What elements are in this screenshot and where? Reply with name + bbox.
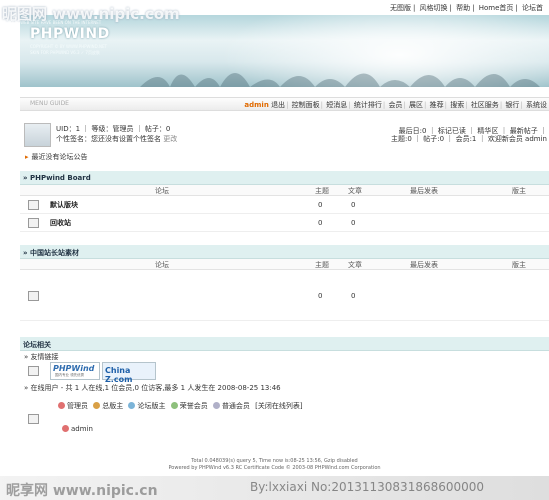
watermark-top-sub: OUR WEB SITE HAVE BEEN ON THE INTERNET xyxy=(10,20,102,25)
forum-row[interactable]: 回收站 0 0 xyxy=(20,214,549,232)
menu-guide-label: MENU GUIDE xyxy=(30,100,69,107)
forum-row[interactable]: 默认版块 0 0 xyxy=(20,196,549,214)
nav-item-search[interactable]: 搜索 xyxy=(450,101,464,109)
change-signature-link[interactable]: 更改 xyxy=(163,135,177,143)
top-link-help[interactable]: 帮助 xyxy=(456,4,470,12)
related-title: 论坛相关 xyxy=(23,341,51,349)
chinaz-logo-link[interactable]: China Z.com xyxy=(102,362,156,384)
watermark-bottom-right: By:lxxiaxi No:20131130831868600000 xyxy=(250,480,485,494)
forum-topics: 0 xyxy=(318,219,323,227)
col-moderator: 版主 xyxy=(512,261,526,269)
nav-item-stats[interactable]: 统计排行 xyxy=(354,101,382,109)
col-forum: 论坛 xyxy=(155,261,169,269)
col-forum: 论坛 xyxy=(155,187,169,195)
col-last-post: 最后发表 xyxy=(410,261,438,269)
nav-menu: admin 退出| 控制面板| 短消息| 统计排行| 会员| 展区| 推荐| 搜… xyxy=(244,101,547,109)
banner-logo-text: PHPWIND xyxy=(30,26,110,42)
footer-stats: Total 0.048039(s) query 5, Time now is:0… xyxy=(191,458,358,464)
category-header-phpwind[interactable]: » PHPwind Board xyxy=(20,171,549,185)
top-link-style[interactable]: 风格切换 xyxy=(420,4,448,12)
col-topics: 主题 xyxy=(315,261,329,269)
col-last-post: 最后发表 xyxy=(410,187,438,195)
banner-copyright: COPYRIGHT © BY WWW.PHPWIND.NET xyxy=(30,44,107,49)
nav-item-logout[interactable]: 退出 xyxy=(271,101,285,109)
forum-posts: 0 xyxy=(351,219,356,227)
avatar[interactable] xyxy=(24,123,51,147)
member-badge-icon xyxy=(212,402,220,409)
forum-topics: 0 xyxy=(318,201,323,209)
nav-item-members[interactable]: 会员 xyxy=(388,101,402,109)
top-links: 无图版 | 风格切换 | 帮助 | Home首页 | 论坛首 xyxy=(389,4,543,12)
banner-skin-note: SKIN FOR PHPWIND V6.3 ✓ 7页皮肤 xyxy=(30,50,100,55)
nav-bar: MENU GUIDE admin 退出| 控制面板| 短消息| 统计排行| 会员… xyxy=(20,97,549,111)
honor-badge-icon xyxy=(170,402,178,409)
mod-badge-icon xyxy=(128,402,136,409)
forum-posts: 0 xyxy=(351,201,356,209)
admin-badge-icon xyxy=(62,425,69,432)
col-moderator: 版主 xyxy=(512,187,526,195)
forum-row[interactable]: 0 0 xyxy=(20,270,549,321)
related-header: 论坛相关 xyxy=(20,337,549,351)
forum-name[interactable]: 默认版块 xyxy=(50,200,78,210)
category-title: » PHPwind Board xyxy=(23,174,91,182)
col-posts: 文章 xyxy=(348,261,362,269)
nav-item-system[interactable]: 系统设 xyxy=(526,101,547,109)
forum-stats: 主题:0 ｜ 帖子:0 ｜ 会员:1 ｜ 欢迎新会员 admin xyxy=(391,135,547,143)
nav-username[interactable]: admin xyxy=(244,101,268,109)
top-link-forum[interactable]: 论坛首 xyxy=(522,4,543,12)
col-topics: 主题 xyxy=(315,187,329,195)
nav-item-messages[interactable]: 短消息 xyxy=(326,101,347,109)
forum-name[interactable]: 回收站 xyxy=(50,218,71,228)
forum-icon xyxy=(28,291,39,301)
links-icon xyxy=(28,366,39,376)
signature-text: 个性签名：您还没有设置个性签名 xyxy=(56,135,161,143)
member-legend: 管理员 总版主 论坛版主 荣誉会员 普通会员 [关闭在线列表] xyxy=(58,401,303,411)
nav-item-control-panel[interactable]: 控制面板 xyxy=(292,101,320,109)
arrow-icon: ▸ xyxy=(25,153,29,161)
online-icon xyxy=(28,414,39,424)
phpwind-logo-link[interactable]: PHPWind 国内专业 领先优秀 xyxy=(50,362,100,380)
grass-graphic xyxy=(140,73,540,87)
announcement-text: 最近没有论坛公告 xyxy=(31,153,88,161)
footer-powered: Powered by PHPWind v6.3 RC Certificate C… xyxy=(168,465,381,471)
col-posts: 文章 xyxy=(348,187,362,195)
announcement: ▸ 最近没有论坛公告 xyxy=(25,152,88,162)
column-headers: 论坛 主题 文章 最后发表 版主 xyxy=(20,259,549,270)
close-online-list-link[interactable]: [关闭在线列表] xyxy=(255,402,302,410)
supermod-badge-icon xyxy=(93,402,101,409)
admin-badge-icon xyxy=(58,402,65,409)
forum-posts: 0 xyxy=(351,292,356,300)
forum-topics: 0 xyxy=(318,292,323,300)
user-stats: UID：1 ｜ 等级：管理员 ｜ 帖子：0 xyxy=(56,125,171,133)
user-signature: 个性签名：您还没有设置个性签名 更改 xyxy=(56,134,177,144)
category-title: » 中国站长站素材 xyxy=(23,249,79,257)
category-header-zhanzhang[interactable]: » 中国站长站素材 xyxy=(20,245,549,259)
column-headers: 论坛 主题 文章 最后发表 版主 xyxy=(20,185,549,196)
forum-icon xyxy=(28,200,39,210)
top-link-noimage[interactable]: 无图版 xyxy=(390,4,411,12)
online-users-summary: » 在线用户 - 共 1 人在线,1 位会员,0 位访客,最多 1 人发生在 2… xyxy=(24,384,281,392)
nav-item-recommend[interactable]: 推荐 xyxy=(430,101,444,109)
watermark-bottom-left: 昵享网 www.nipic.cn xyxy=(6,483,158,499)
online-user-admin[interactable]: admin xyxy=(62,425,93,433)
nav-item-showcase[interactable]: 展区 xyxy=(409,101,423,109)
nav-item-bank[interactable]: 银行 xyxy=(505,101,519,109)
friend-links-title: » 友情链接 xyxy=(24,353,59,361)
forum-icon xyxy=(28,218,39,228)
nav-item-services[interactable]: 社区服务 xyxy=(471,101,499,109)
top-link-home[interactable]: Home首页 xyxy=(479,4,514,12)
